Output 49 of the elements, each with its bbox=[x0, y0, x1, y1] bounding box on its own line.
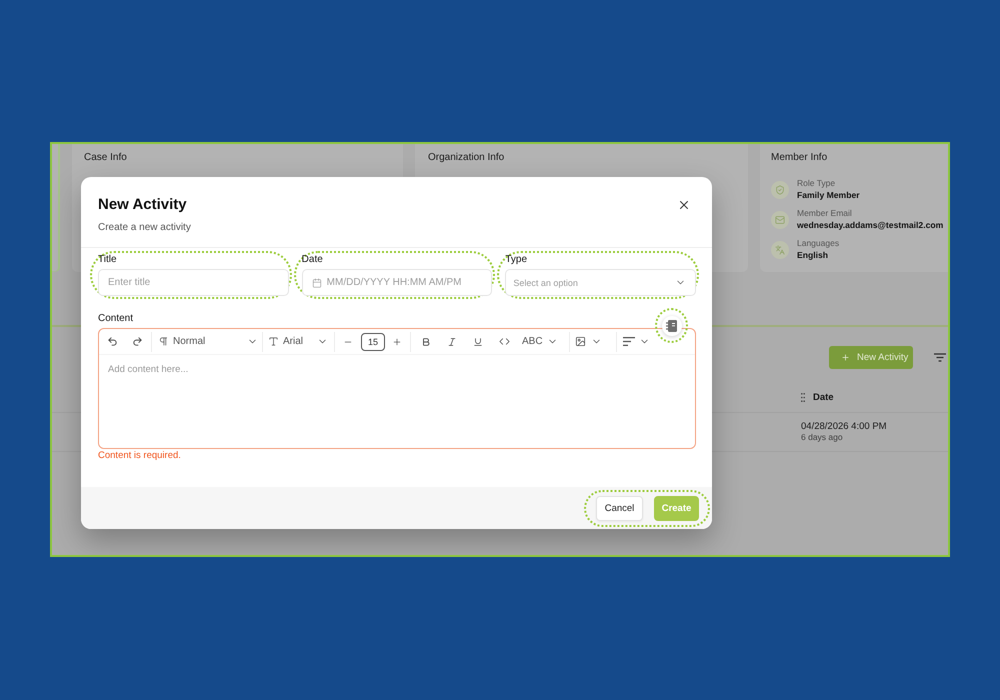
field-label: Date bbox=[302, 254, 324, 266]
date-field[interactable]: MM/DD/YYYY HH:MM AM/PM bbox=[302, 269, 492, 296]
date-text: 04/28/2026 4:00 PM bbox=[801, 421, 887, 432]
undo-icon bbox=[106, 336, 118, 347]
font-size-input[interactable]: 15 bbox=[361, 332, 385, 350]
close-icon bbox=[677, 198, 691, 212]
error-message: Content is required. bbox=[98, 450, 182, 462]
cancel-button[interactable]: Cancel bbox=[596, 496, 643, 520]
text-icon bbox=[268, 336, 279, 347]
underline-icon bbox=[473, 336, 483, 346]
card-title: Member Info bbox=[771, 152, 828, 164]
detail-value: Family Member bbox=[797, 189, 860, 202]
plus-icon bbox=[392, 336, 402, 346]
field-label: Type bbox=[505, 254, 528, 266]
detail-label: Role Type bbox=[797, 177, 836, 189]
align-icon bbox=[623, 337, 635, 346]
italic-icon bbox=[447, 336, 457, 346]
redo-icon bbox=[132, 336, 142, 347]
pilcrow-icon bbox=[158, 336, 169, 347]
detail-label: Languages bbox=[797, 237, 840, 249]
column-header: Date bbox=[813, 392, 834, 402]
translate-icon bbox=[771, 240, 789, 258]
shield-icon bbox=[771, 180, 789, 198]
font-family-dropdown[interactable]: Arial bbox=[268, 332, 328, 350]
card-title: Case Info bbox=[84, 152, 128, 164]
notebook-button[interactable] bbox=[662, 316, 682, 336]
calendar-icon bbox=[312, 278, 322, 288]
detail-value: English bbox=[797, 249, 830, 262]
field-label: Content bbox=[98, 313, 134, 325]
detail-value: wednesday.addams@testmail2.com bbox=[797, 219, 944, 232]
card-title: Organization Info bbox=[428, 152, 506, 164]
dialog-subtitle: Create a new activity bbox=[98, 221, 191, 235]
filter-icon[interactable] bbox=[934, 353, 946, 362]
code-icon bbox=[498, 336, 510, 347]
block-style-dropdown[interactable]: Normal bbox=[158, 332, 258, 350]
notebook-icon bbox=[666, 320, 677, 332]
plus-icon bbox=[841, 353, 850, 362]
abc-dropdown[interactable]: ABC bbox=[522, 332, 562, 350]
field-label: Title bbox=[98, 254, 118, 266]
image-icon bbox=[575, 336, 586, 347]
relative-time: 6 days ago bbox=[801, 432, 843, 442]
rich-text-editor[interactable]: Normal Arial 15 ABC Add content here... bbox=[98, 328, 696, 449]
date-input[interactable]: MM/DD/YYYY HH:MM AM/PM bbox=[326, 277, 482, 288]
drag-handle-icon[interactable] bbox=[801, 392, 805, 402]
title-input[interactable]: Enter title bbox=[98, 269, 289, 296]
dialog-title: New Activity bbox=[98, 196, 188, 214]
bold-icon bbox=[421, 336, 431, 346]
envelope-icon bbox=[771, 210, 789, 228]
detail-label: Member Email bbox=[797, 207, 853, 219]
